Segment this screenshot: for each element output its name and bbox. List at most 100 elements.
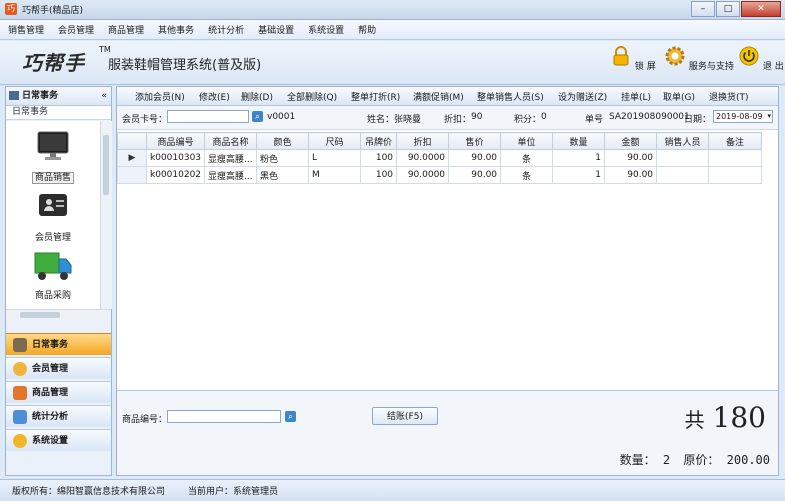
shortcut-product-sales[interactable]: 商品销售: [6, 129, 100, 184]
cell-price[interactable]: 90.00: [448, 149, 502, 167]
nav-daily-affairs[interactable]: 日常事务: [6, 333, 111, 355]
shortcut-member-management[interactable]: 会员管理: [6, 191, 100, 243]
cell-name[interactable]: 显瘦高腰...: [204, 149, 258, 167]
cell-unit[interactable]: 条: [500, 149, 554, 167]
set-gift-button[interactable]: 设为赠送(Z): [558, 90, 607, 103]
order-seller-button[interactable]: 整单销售人员(S): [477, 90, 544, 103]
minimize-button[interactable]: –: [691, 1, 715, 17]
cell-discount[interactable]: 90.0000: [396, 166, 450, 184]
column-header[interactable]: 售价: [448, 132, 502, 150]
column-header[interactable]: 商品名称: [204, 132, 258, 150]
gear-icon: [13, 434, 27, 448]
add-member-button[interactable]: 添加会员(N): [135, 90, 185, 103]
cell-unit[interactable]: 条: [500, 166, 554, 184]
cell-size[interactable]: L: [308, 149, 362, 167]
hold-order-button[interactable]: 挂单(L): [621, 90, 651, 103]
member-info-row: 会员卡号： ⌕ v0001 姓名： 张晓曼 折扣： 90 积分： 0 单号 SA…: [117, 106, 778, 130]
nav-member-management[interactable]: 会员管理: [6, 357, 111, 379]
cell-code[interactable]: k00010202: [145, 166, 206, 184]
cell-size[interactable]: M: [308, 166, 362, 184]
edit-button[interactable]: 修改(E): [199, 90, 230, 103]
cell-note[interactable]: [708, 166, 763, 184]
menu-sales[interactable]: 销售管理: [8, 23, 44, 36]
shortcut-horizontal-scrollbar[interactable]: [6, 309, 111, 321]
total-label: 共: [684, 408, 705, 432]
member-card-input[interactable]: [167, 110, 249, 123]
product-code-input[interactable]: [167, 410, 281, 423]
menu-system-settings[interactable]: 系统设置: [308, 23, 344, 36]
row-indicator-header: [117, 132, 147, 150]
nav-statistics[interactable]: 统计分析: [6, 405, 111, 427]
checkout-area: 商品编号： ⌕ 结账(F5) 共 180 数量： 2 原价： 200.00: [117, 391, 778, 475]
product-search-icon[interactable]: ⌕: [285, 411, 296, 422]
checkout-button[interactable]: 结账(F5): [372, 407, 438, 425]
table-row[interactable]: ▶ k00010303 显瘦高腰... 粉色 L 100 90.0000 90.…: [117, 149, 763, 167]
column-header[interactable]: 尺码: [308, 132, 362, 150]
menu-basic-settings[interactable]: 基础设置: [258, 23, 294, 36]
column-header[interactable]: 金额: [604, 132, 658, 150]
cell-discount[interactable]: 90.0000: [396, 149, 450, 167]
menu-products[interactable]: 商品管理: [108, 23, 144, 36]
current-user-text: 当前用户：系统管理员: [188, 487, 279, 497]
lock-screen-button[interactable]: 锁 屏: [610, 45, 656, 72]
shortcut-product-purchase[interactable]: 商品采购: [6, 249, 100, 301]
lock-icon: [613, 46, 629, 66]
column-header[interactable]: 颜色: [256, 132, 310, 150]
member-name-label: 姓名：: [367, 115, 395, 125]
cell-qty[interactable]: 1: [552, 149, 606, 167]
retrieve-order-button[interactable]: 取单(G): [663, 90, 695, 103]
exit-button[interactable]: 退 出: [738, 45, 784, 72]
qty-value: 2: [662, 453, 671, 467]
cell-tag-price[interactable]: 100: [360, 166, 398, 184]
notebook-icon: [13, 338, 27, 352]
cell-seller[interactable]: [656, 149, 710, 167]
monitor-icon: [37, 131, 69, 160]
close-button[interactable]: ✕: [741, 1, 781, 17]
copyright-text: 版权所有：绵阳智赢信息技术有限公司: [12, 487, 166, 497]
menu-other[interactable]: 其他事务: [158, 23, 194, 36]
column-header[interactable]: 单位: [500, 132, 554, 150]
nav-system-settings[interactable]: 系统设置: [6, 429, 111, 451]
boxes-icon: [13, 386, 27, 400]
column-header[interactable]: 销售人员: [656, 132, 710, 150]
gear-icon: [665, 46, 685, 66]
order-number-label: 单号: [585, 115, 604, 125]
collapse-button[interactable]: «: [101, 87, 107, 105]
cell-qty[interactable]: 1: [552, 166, 606, 184]
date-picker[interactable]: 2019-08-09 ▾: [713, 110, 773, 123]
column-header[interactable]: 吊牌价: [360, 132, 398, 150]
cell-name[interactable]: 显瘦高腰...: [204, 166, 258, 184]
promotion-button[interactable]: 满额促销(M): [413, 90, 464, 103]
cell-code[interactable]: k00010303: [145, 149, 206, 167]
menu-stats[interactable]: 统计分析: [208, 23, 244, 36]
shortcut-vertical-scrollbar[interactable]: [100, 121, 112, 309]
service-support-button[interactable]: 服务与支持: [664, 45, 734, 72]
cell-note[interactable]: [708, 149, 763, 167]
column-header[interactable]: 数量: [552, 132, 606, 150]
sales-panel: 添加会员(N) 修改(E) 删除(D) 全部删除(Q) 整单打折(R) 满额促销…: [116, 86, 779, 476]
app-logo: 巧帮手: [22, 51, 85, 75]
nav-product-management[interactable]: 商品管理: [6, 381, 111, 403]
total-value: 180: [712, 401, 766, 434]
column-header[interactable]: 折扣: [396, 132, 450, 150]
order-discount-button[interactable]: 整单打折(R): [351, 90, 400, 103]
cell-seller[interactable]: [656, 166, 710, 184]
column-header[interactable]: 备注: [708, 132, 763, 150]
cell-amount[interactable]: 90.00: [604, 149, 658, 167]
delete-button[interactable]: 删除(D): [241, 90, 273, 103]
date-label: 日期：: [684, 115, 712, 125]
cell-price[interactable]: 90.00: [448, 166, 502, 184]
cell-amount[interactable]: 90.00: [604, 166, 658, 184]
cell-tag-price[interactable]: 100: [360, 149, 398, 167]
shortcut-label: 商品销售: [31, 172, 74, 184]
column-header[interactable]: 商品编号: [145, 132, 206, 150]
menu-help[interactable]: 帮助: [358, 23, 376, 36]
maximize-button[interactable]: □: [716, 1, 740, 17]
return-exchange-button[interactable]: 退换货(T): [709, 90, 749, 103]
member-search-icon[interactable]: ⌕: [252, 111, 263, 122]
table-row[interactable]: k00010202 显瘦高腰... 黑色 M 100 90.0000 90.00…: [117, 166, 763, 184]
menu-members[interactable]: 会员管理: [58, 23, 94, 36]
cell-color[interactable]: 黑色: [256, 166, 310, 184]
delete-all-button[interactable]: 全部删除(Q): [287, 90, 337, 103]
cell-color[interactable]: 粉色: [256, 149, 310, 167]
